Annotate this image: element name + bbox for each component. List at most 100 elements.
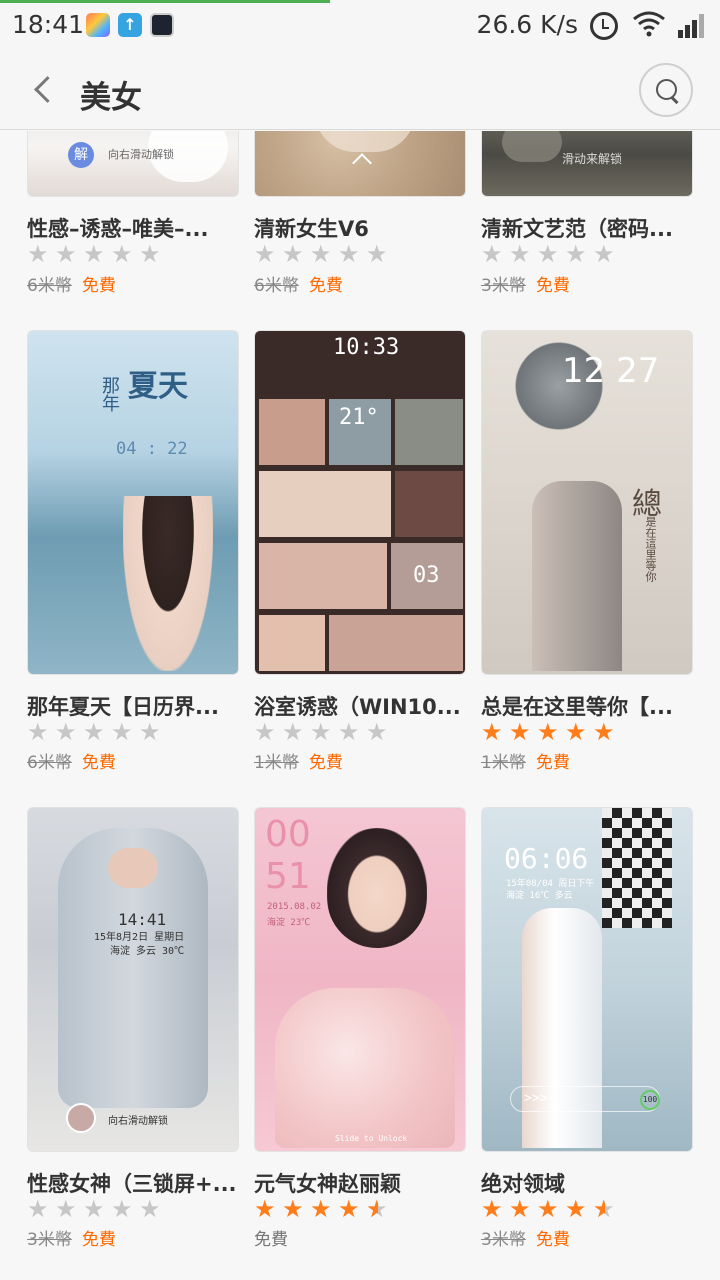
theme-thumbnail[interactable]: 滑动来解锁 bbox=[481, 131, 693, 197]
theme-thumbnail[interactable]: 解 向右滑动解锁 bbox=[27, 131, 239, 197]
lock-weather: 海淀 23℃ bbox=[267, 918, 311, 928]
original-price: 3米幣 bbox=[481, 1230, 526, 1250]
price-free: 免費 bbox=[81, 276, 116, 296]
lock-date: 2015.08.02 bbox=[267, 902, 322, 912]
rating-stars: ★ ★ ★ ★ ★ bbox=[27, 720, 167, 744]
original-price: 3米幣 bbox=[27, 1230, 72, 1250]
star-icon: ★ bbox=[139, 718, 161, 746]
lock-time: 14:41 bbox=[118, 910, 167, 929]
price-free: 免費 bbox=[254, 1230, 288, 1250]
star-icon: ★ bbox=[27, 240, 49, 268]
price-free: 免費 bbox=[535, 1230, 570, 1250]
theme-card[interactable]: 夏天 那年 04 : 22 那年夏天【日历界... ★ ★ ★ ★ ★ 6米幣 免費 bbox=[27, 330, 239, 773]
star-icon: ★ bbox=[481, 718, 503, 746]
theme-card[interactable]: 12 27 總 是在這里等你 总是在这里等你【... ★ ★ ★ ★ ★ 1米幣 免費 bbox=[481, 330, 693, 773]
search-button[interactable] bbox=[639, 63, 693, 117]
original-price: 6米幣 bbox=[27, 753, 72, 773]
wifi-icon bbox=[632, 10, 666, 38]
theme-title: 性感女神（三锁屏+... bbox=[27, 1172, 237, 1196]
original-price: 6米幣 bbox=[27, 276, 72, 296]
upload-icon: ↑ bbox=[118, 13, 142, 37]
alarm-icon bbox=[590, 12, 618, 40]
theme-card[interactable]: 14:41 15年8月2日 星期日 海淀 多云 30℃ 向右滑动解锁 性感女神（… bbox=[27, 807, 239, 1250]
unlock-hint: 向右滑动解锁 bbox=[108, 148, 174, 161]
theme-thumbnail[interactable]: 10:33 21° 03 bbox=[254, 330, 466, 675]
theme-title: 性感–诱惑–唯美–... bbox=[27, 217, 209, 241]
lock-date: 15年8月2日 星期日 bbox=[94, 932, 185, 943]
launcher-app-icon bbox=[86, 13, 110, 37]
star-icon: ★ bbox=[310, 1195, 332, 1223]
back-button[interactable] bbox=[24, 68, 64, 114]
battery-badge: 100 bbox=[640, 1090, 660, 1110]
unlock-badge: 解 bbox=[68, 142, 94, 168]
theme-thumbnail[interactable] bbox=[254, 131, 466, 197]
price-info: 3米幣 免費 bbox=[481, 271, 570, 296]
theme-thumbnail[interactable]: 12 27 總 是在這里等你 bbox=[481, 330, 693, 675]
lock-time: 10:33 bbox=[333, 335, 400, 360]
star-icon: ★ bbox=[509, 1195, 531, 1223]
weather-temp: 21° bbox=[339, 405, 379, 430]
theme-card[interactable]: 10:33 21° 03 浴室诱惑（WIN10... ★ ★ ★ ★ ★ 1米幣 免費 bbox=[254, 330, 466, 773]
rating-stars: ★ ★ ★ ★ ★ bbox=[27, 242, 167, 266]
star-icon: ★ bbox=[366, 718, 388, 746]
theme-card[interactable]: 06:06 15年08/04 周日下午 海淀 16℃ 多云 >>> 100 绝对… bbox=[481, 807, 693, 1250]
theme-thumbnail[interactable]: 夏天 那年 04 : 22 bbox=[27, 330, 239, 675]
star-icon: ★ bbox=[27, 1195, 49, 1223]
rating-stars: ★ ★ ★ ★ ★ bbox=[254, 1197, 394, 1221]
price-info: 3米幣 免費 bbox=[481, 1225, 570, 1250]
price-info: 3米幣 免費 bbox=[27, 1225, 116, 1250]
price-free: 免費 bbox=[81, 1230, 116, 1250]
photo-subject bbox=[602, 808, 672, 928]
lock-time: 12 27 bbox=[562, 351, 660, 391]
star-icon: ★ bbox=[83, 240, 105, 268]
price-free: 免費 bbox=[308, 753, 343, 773]
star-icon: ★ bbox=[537, 1195, 559, 1223]
price-free: 免費 bbox=[535, 276, 570, 296]
theme-grid: 解 向右滑动解锁 性感–诱惑–唯美–... ★ ★ ★ ★ ★ 6米幣 免費 清新女生V6… bbox=[0, 131, 720, 1280]
status-bar: 18:41 ↑ 26.6 K/s bbox=[0, 0, 720, 52]
star-icon: ★ bbox=[366, 240, 388, 268]
theme-thumbnail[interactable]: 06:06 15年08/04 周日下午 海淀 16℃ 多云 >>> 100 bbox=[481, 807, 693, 1152]
theme-card[interactable]: 解 向右滑动解锁 性感–诱惑–唯美–... ★ ★ ★ ★ ★ 6米幣 免費 bbox=[27, 131, 239, 301]
lock-time: 06:06 bbox=[504, 842, 589, 875]
unlock-hint: Slide to Unlock bbox=[335, 1134, 408, 1143]
star-icon: ★ bbox=[565, 718, 587, 746]
star-icon: ★ bbox=[55, 718, 77, 746]
theme-card[interactable]: 清新女生V6 ★ ★ ★ ★ ★ 6米幣 免費 bbox=[254, 131, 466, 301]
star-icon: ★ bbox=[55, 240, 77, 268]
star-icon: ★ bbox=[537, 718, 559, 746]
price-free: 免費 bbox=[308, 276, 343, 296]
original-price: 6米幣 bbox=[254, 276, 299, 296]
theme-thumbnail[interactable]: 00 51 2015.08.02 海淀 23℃ Slide to Unlock bbox=[254, 807, 466, 1152]
star-icon: ★ bbox=[83, 1195, 105, 1223]
signal-icon bbox=[678, 12, 708, 38]
rating-stars: ★ ★ ★ ★ ★ bbox=[27, 1197, 167, 1221]
theme-title: 总是在这里等你【... bbox=[481, 695, 673, 719]
lock-minute: 51 bbox=[265, 856, 311, 897]
price-info: 6米幣 免費 bbox=[27, 271, 116, 296]
photo-subject bbox=[522, 908, 602, 1148]
lock-weather: 海淀 多云 30℃ bbox=[110, 946, 185, 957]
star-icon: ★ bbox=[509, 718, 531, 746]
price-info: 1米幣 免費 bbox=[481, 748, 570, 773]
star-icon: ★ bbox=[565, 1195, 587, 1223]
theme-thumbnail[interactable]: 14:41 15年8月2日 星期日 海淀 多云 30℃ 向右滑动解锁 bbox=[27, 807, 239, 1152]
theme-title: 元气女神赵丽颖 bbox=[254, 1172, 401, 1196]
theme-headline: 夏天 bbox=[128, 369, 188, 404]
original-price: 3米幣 bbox=[481, 276, 526, 296]
star-icon: ★ bbox=[593, 240, 615, 268]
price-info: 6米幣 免費 bbox=[254, 271, 343, 296]
theme-card[interactable]: 滑动来解锁 清新文艺范（密码... ★ ★ ★ ★ ★ 3米幣 免費 bbox=[481, 131, 693, 301]
rating-stars: ★ ★ ★ ★ ★ bbox=[254, 242, 394, 266]
star-icon: ★ bbox=[537, 240, 559, 268]
star-icon: ★ bbox=[338, 718, 360, 746]
unlock-hint: 滑动来解锁 bbox=[562, 152, 623, 166]
theme-card[interactable]: 00 51 2015.08.02 海淀 23℃ Slide to Unlock … bbox=[254, 807, 466, 1250]
price-info: 1米幣 免費 bbox=[254, 748, 343, 773]
star-icon: ★ bbox=[111, 1195, 133, 1223]
page-title: 美女 bbox=[80, 80, 142, 116]
star-icon: ★ bbox=[310, 718, 332, 746]
lock-time: 04 : 22 bbox=[116, 439, 188, 459]
star-icon: ★ bbox=[509, 240, 531, 268]
status-time: 18:41 bbox=[12, 10, 85, 39]
